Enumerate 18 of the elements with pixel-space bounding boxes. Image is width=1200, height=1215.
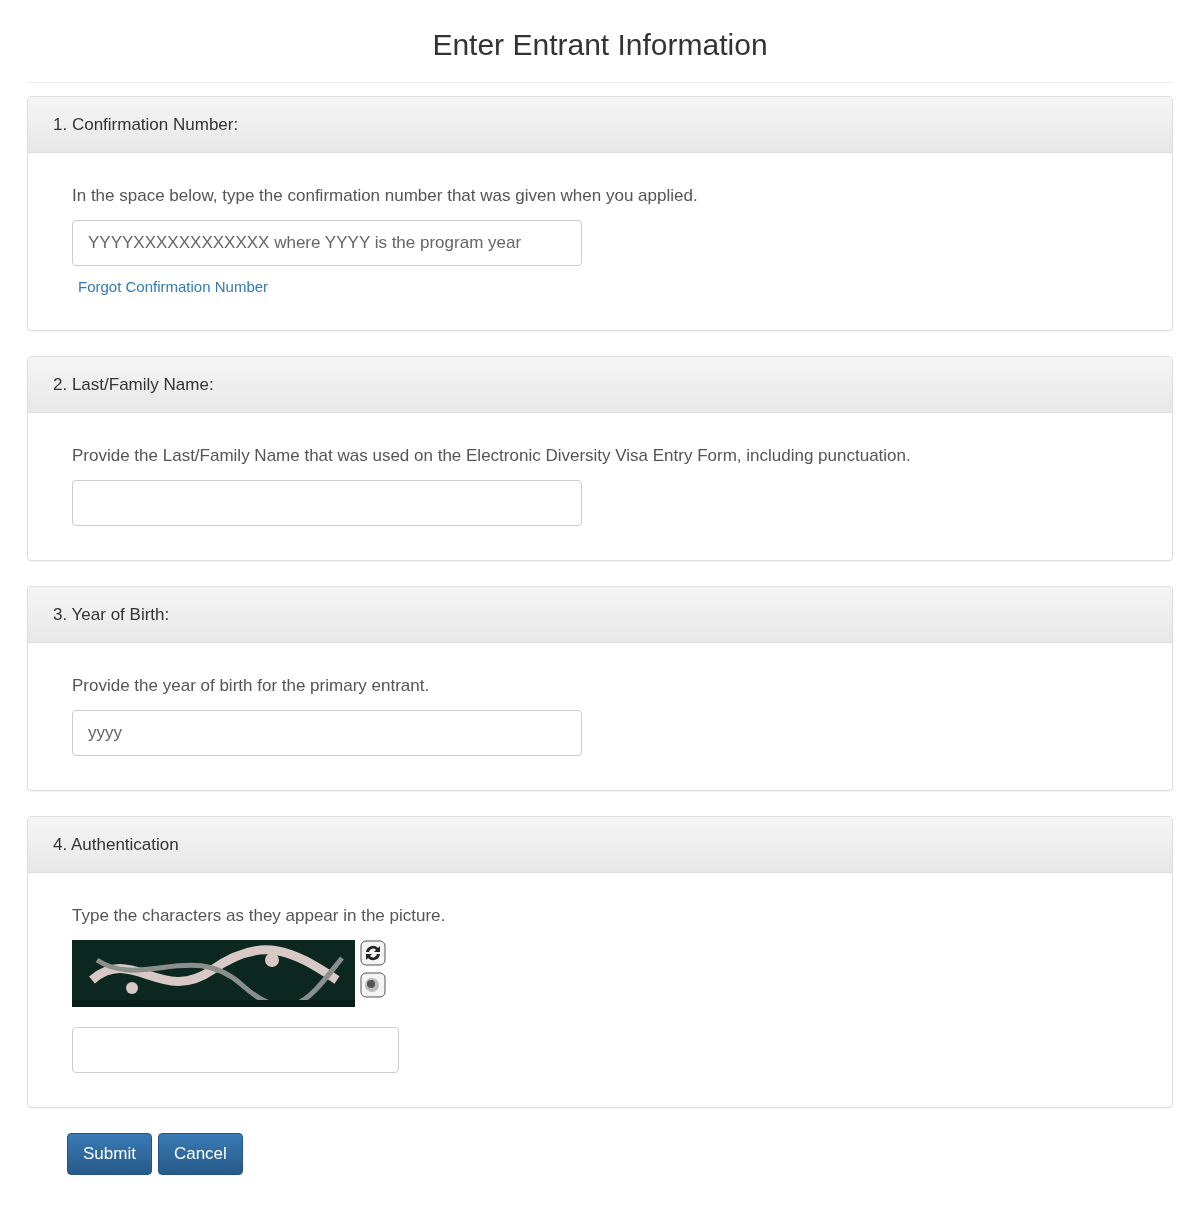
input-field[interactable] <box>72 1027 399 1073</box>
speaker-icon[interactable] <box>360 972 386 998</box>
instruction-text: In the space below, type the confirmation number that was given when you applied. <box>72 186 699 206</box>
section-header: 4. Authentication <box>28 817 1172 873</box>
refresh-icon[interactable] <box>360 940 386 966</box>
section-header: 1. Confirmation Number: <box>28 97 1172 153</box>
section-header: 2. Last/Family Name: <box>28 357 1172 413</box>
forgot-link[interactable]: Forgot Confirmation Number <box>78 278 269 295</box>
cancel-button[interactable]: Cancel <box>157 1133 243 1175</box>
page-title: Enter Entrant Information <box>27 0 1173 83</box>
input-field[interactable]: yyyy <box>72 710 582 756</box>
instruction-text: Provide the Last/Family Name that was used on the Electronic Diversity Visa Entry Form, including punctuation. <box>72 446 912 466</box>
input-field[interactable]: YYYYXXXXXXXXXXXX where YYYY is the program year <box>72 220 582 266</box>
instruction-text: Type the characters as they appear in the picture. <box>72 906 447 926</box>
input-field[interactable] <box>72 480 582 526</box>
submit-button[interactable]: Submit <box>67 1133 152 1175</box>
instruction-text: Provide the year of birth for the primary entrant. <box>72 676 431 696</box>
section-header: 3. Year of Birth: <box>28 587 1172 643</box>
